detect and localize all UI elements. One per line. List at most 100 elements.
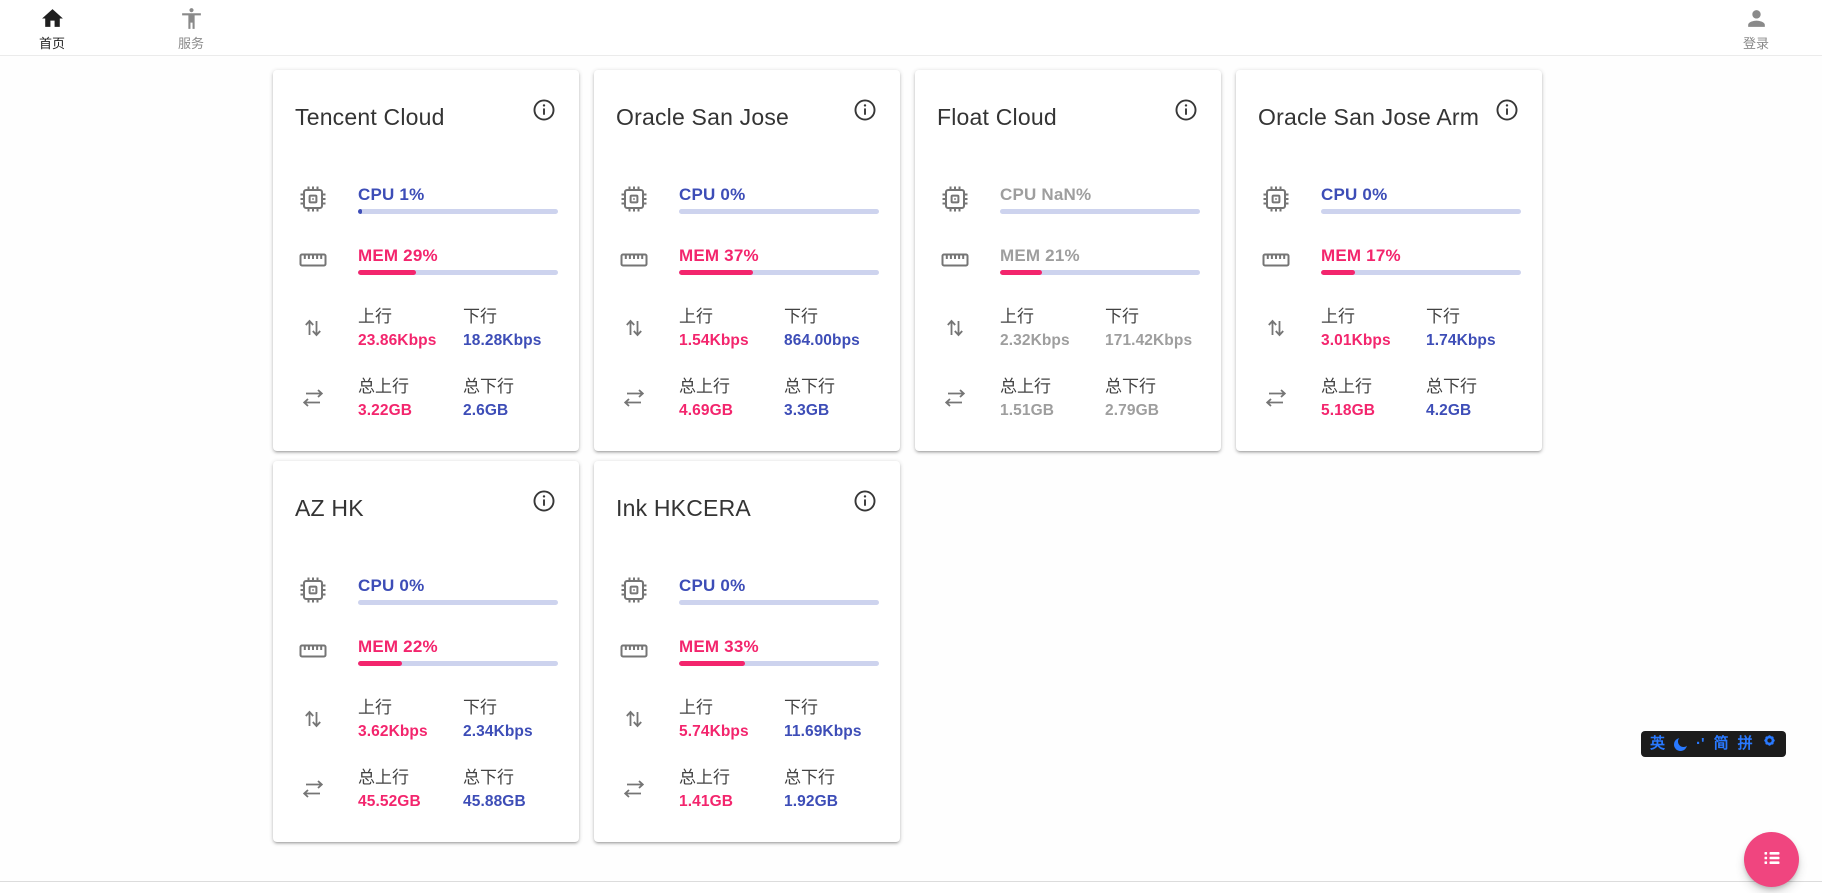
card-header: AZ HK [289, 488, 558, 522]
upload-label: 上行 [358, 306, 463, 327]
input-method-bar[interactable]: 英 ·' 简 拼 [1641, 731, 1786, 757]
cpu-usage-label: CPU 0% [1321, 185, 1521, 205]
total-download-label: 总下行 [784, 376, 879, 397]
server-card: Oracle San Jose [594, 70, 900, 451]
card-header: Ink HKCERA [610, 488, 879, 522]
mem-row: MEM 22% [289, 636, 558, 666]
swap-vert-icon [1252, 314, 1300, 342]
total-row: 总上行 1.41GB 总下行 1.92GB [610, 767, 879, 811]
cpu-chip-icon [289, 184, 337, 214]
cpu-row: CPU NaN% [931, 184, 1200, 214]
cpu-chip-icon [289, 575, 337, 605]
memory-ruler-icon [931, 245, 979, 275]
info-icon[interactable] [1493, 97, 1521, 125]
ime-language-toggle[interactable]: 英 [1650, 731, 1665, 757]
swap-vert-icon [289, 705, 337, 733]
upload-label: 上行 [358, 697, 463, 718]
total-row: 总上行 4.69GB 总下行 3.3GB [610, 376, 879, 420]
card-header: Tencent Cloud [289, 97, 558, 131]
mem-usage-label: MEM 29% [358, 246, 558, 266]
upload-label: 上行 [679, 306, 784, 327]
total-download-value: 2.6GB [463, 401, 558, 420]
cpu-chip-icon [610, 184, 658, 214]
card-metrics: CPU NaN% MEM 21% [931, 184, 1200, 420]
nav-item-login[interactable]: 登录 [1726, 2, 1786, 53]
mem-row: MEM 21% [931, 245, 1200, 275]
cpu-chip-icon [610, 575, 658, 605]
info-icon[interactable] [851, 488, 879, 516]
memory-ruler-icon [610, 245, 658, 275]
total-upload-value: 3.22GB [358, 401, 463, 420]
server-title: Oracle San Jose Arm [1258, 104, 1479, 131]
download-label: 下行 [784, 697, 879, 718]
mem-usage-label: MEM 33% [679, 637, 879, 657]
nav-item-home[interactable]: 首页 [22, 2, 82, 53]
info-icon[interactable] [851, 97, 879, 125]
mem-progress-bar [358, 661, 558, 666]
cpu-progress-bar [358, 600, 558, 605]
info-icon[interactable] [530, 97, 558, 125]
swap-horiz-icon [289, 387, 337, 409]
upload-speed-value: 5.74Kbps [679, 722, 784, 741]
mem-progress-bar [1000, 270, 1200, 275]
ime-simplified-toggle[interactable]: 简 [1714, 731, 1729, 757]
total-download-value: 4.2GB [1426, 401, 1521, 420]
download-label: 下行 [1426, 306, 1521, 327]
server-title: Ink HKCERA [616, 495, 751, 522]
mem-usage-label: MEM 17% [1321, 246, 1521, 266]
card-header: Oracle San Jose [610, 97, 879, 131]
nav-item-label: 首页 [39, 36, 65, 51]
total-download-label: 总下行 [463, 767, 558, 788]
server-list-fab[interactable] [1744, 832, 1799, 887]
footer-divider [0, 881, 1822, 893]
card-metrics: CPU 0% MEM 17% [1252, 184, 1521, 420]
swap-vert-icon [289, 314, 337, 342]
moon-icon[interactable] [1674, 738, 1687, 751]
speed-row: 上行 5.74Kbps 下行 11.69Kbps [610, 697, 879, 741]
cpu-progress-bar [1321, 209, 1521, 214]
info-icon[interactable] [530, 488, 558, 516]
info-icon[interactable] [1172, 97, 1200, 125]
ime-pinyin-indicator[interactable]: 拼 [1738, 731, 1753, 757]
server-cards-grid: Tencent Cloud [273, 70, 1822, 842]
cpu-row: CPU 1% [289, 184, 558, 214]
cpu-usage-label: CPU 0% [679, 185, 879, 205]
nav-right-group: 登录 [1726, 2, 1786, 53]
mem-row: MEM 33% [610, 636, 879, 666]
cpu-row: CPU 0% [289, 575, 558, 605]
download-speed-value: 18.28Kbps [463, 331, 558, 350]
total-upload-label: 总上行 [679, 767, 784, 788]
memory-ruler-icon [289, 636, 337, 666]
speed-row: 上行 3.62Kbps 下行 2.34Kbps [289, 697, 558, 741]
mem-progress-fill [679, 661, 745, 666]
total-upload-value: 1.51GB [1000, 401, 1105, 420]
download-label: 下行 [463, 697, 558, 718]
main-content: Tencent Cloud [0, 56, 1822, 881]
download-label: 下行 [463, 306, 558, 327]
home-icon [40, 6, 65, 34]
cpu-progress-bar [679, 209, 879, 214]
gear-icon[interactable] [1762, 731, 1777, 757]
server-card: Float Cloud [915, 70, 1221, 451]
total-download-label: 总下行 [784, 767, 879, 788]
ime-punctuation-toggle[interactable]: ·' [1696, 731, 1705, 757]
download-speed-value: 1.74Kbps [1426, 331, 1521, 350]
total-upload-value: 1.41GB [679, 792, 784, 811]
cpu-progress-bar [679, 600, 879, 605]
download-label: 下行 [1105, 306, 1200, 327]
nav-item-services[interactable]: 服务 [161, 2, 221, 53]
server-title: AZ HK [295, 495, 364, 522]
total-upload-label: 总上行 [1000, 376, 1105, 397]
mem-progress-bar [679, 270, 879, 275]
upload-speed-value: 23.86Kbps [358, 331, 463, 350]
total-download-value: 1.92GB [784, 792, 879, 811]
cpu-usage-label: CPU 0% [358, 576, 558, 596]
total-row: 总上行 3.22GB 总下行 2.6GB [289, 376, 558, 420]
person-icon [1744, 6, 1769, 34]
swap-horiz-icon [1252, 387, 1300, 409]
swap-vert-icon [931, 314, 979, 342]
upload-speed-value: 3.01Kbps [1321, 331, 1426, 350]
total-upload-value: 45.52GB [358, 792, 463, 811]
nav-item-label: 登录 [1743, 36, 1769, 51]
upload-speed-value: 2.32Kbps [1000, 331, 1105, 350]
